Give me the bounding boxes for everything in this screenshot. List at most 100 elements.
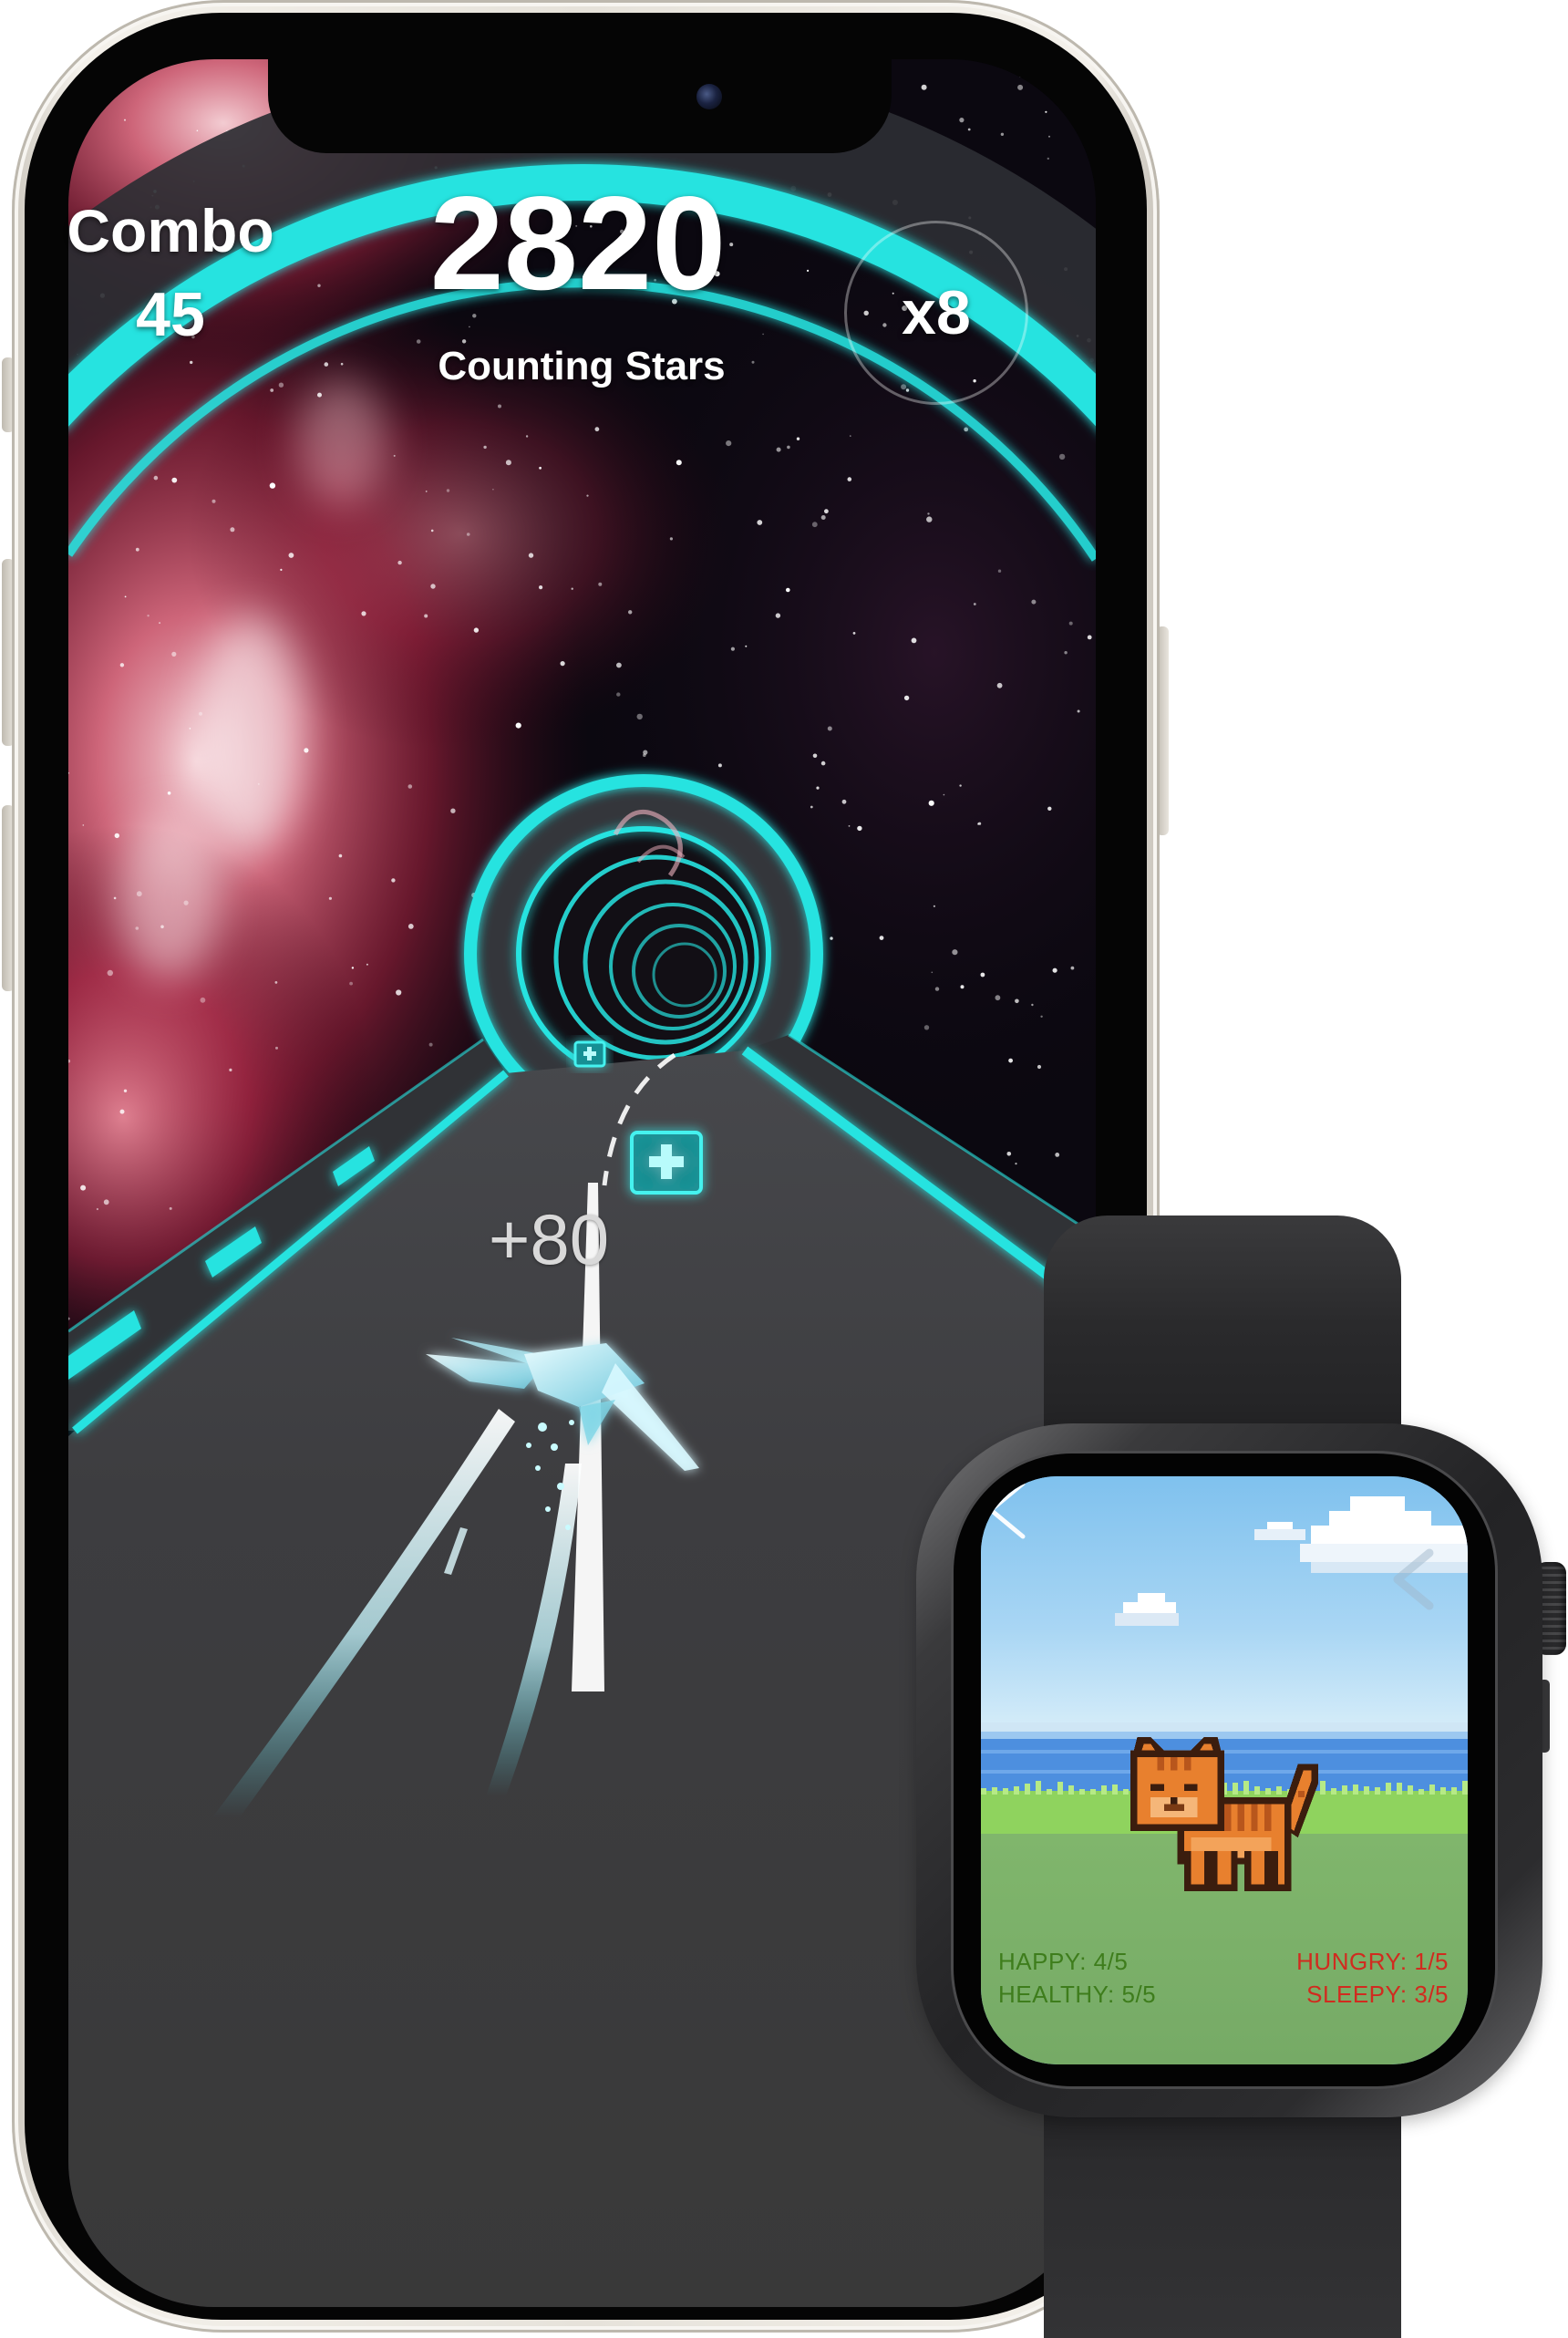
star — [492, 488, 494, 491]
star — [135, 926, 139, 930]
star — [1015, 998, 1019, 1004]
grass-tuft — [992, 1787, 997, 1795]
star — [446, 489, 450, 492]
star — [407, 784, 413, 789]
medkit-pickup — [630, 1131, 703, 1195]
star — [1087, 635, 1092, 640]
star — [931, 971, 934, 974]
star — [525, 435, 529, 438]
star — [274, 981, 278, 984]
star — [717, 763, 722, 768]
score-popup: +80 — [488, 1199, 610, 1279]
star — [852, 632, 856, 635]
star — [827, 726, 832, 731]
star — [169, 1206, 172, 1210]
grass-tuft — [1254, 1786, 1260, 1795]
stat-sleepy: SLEEPY: 3/5 — [1306, 1981, 1449, 2008]
star — [1047, 806, 1052, 811]
star — [113, 896, 117, 900]
star — [926, 516, 933, 522]
star — [820, 515, 826, 520]
star — [786, 587, 790, 593]
star — [775, 613, 781, 618]
star — [424, 614, 428, 618]
star — [1052, 967, 1057, 973]
star — [160, 925, 164, 929]
star — [407, 924, 414, 929]
stat-healthy: HEALTHY: 5/5 — [998, 1981, 1157, 2008]
star — [616, 662, 622, 668]
star — [338, 853, 343, 858]
star — [745, 645, 748, 647]
grass-tuft — [1364, 1786, 1369, 1795]
grass-tuft — [1090, 1789, 1096, 1795]
star — [762, 333, 764, 336]
star — [911, 637, 917, 644]
star — [811, 522, 818, 528]
star — [136, 891, 142, 897]
star — [676, 460, 682, 466]
star — [996, 682, 1003, 688]
star — [119, 663, 125, 667]
star — [278, 382, 284, 388]
star — [841, 799, 847, 804]
star — [959, 784, 962, 787]
star — [643, 750, 648, 755]
star — [366, 963, 368, 966]
star — [850, 435, 851, 437]
star — [933, 905, 935, 907]
star — [391, 878, 396, 883]
grass-tuft — [981, 1788, 986, 1795]
grass-tuft — [1112, 1785, 1118, 1795]
star — [211, 499, 216, 503]
star — [425, 491, 428, 492]
star — [964, 427, 969, 432]
star — [796, 437, 800, 440]
star — [594, 427, 600, 432]
star — [787, 445, 790, 450]
stat-happy: HAPPY: 4/5 — [998, 1948, 1129, 1975]
star — [934, 987, 940, 991]
star — [973, 603, 976, 605]
star — [816, 786, 820, 790]
pet-scene — [981, 1476, 1468, 2064]
star — [171, 651, 177, 657]
star — [560, 661, 565, 667]
grass-tuft — [1068, 1785, 1074, 1795]
small-pickup — [573, 1040, 606, 1068]
star — [927, 512, 930, 515]
combo-label: Combo — [67, 197, 274, 264]
chevron-left-icon[interactable] — [981, 1476, 1032, 1544]
star — [430, 529, 434, 533]
star — [159, 622, 161, 625]
grass-tuft — [1025, 1784, 1030, 1795]
star — [980, 972, 985, 978]
star — [349, 981, 353, 986]
star — [103, 1199, 109, 1205]
grass-tuft — [1353, 1785, 1358, 1795]
star — [450, 808, 456, 813]
star — [183, 900, 189, 905]
star — [1058, 453, 1066, 460]
star — [229, 1068, 232, 1071]
star — [1045, 110, 1047, 113]
star — [469, 326, 470, 328]
star — [923, 1025, 930, 1030]
grass-tuft — [1440, 1787, 1446, 1795]
star — [539, 466, 542, 470]
star — [726, 440, 732, 447]
star — [1068, 621, 1073, 626]
grass-tuft — [1014, 1786, 1019, 1795]
song-title: Counting Stars — [438, 344, 726, 388]
star — [967, 128, 971, 131]
star — [528, 553, 534, 558]
star — [135, 547, 139, 552]
star — [275, 1046, 278, 1050]
grass-tuft — [1101, 1785, 1107, 1795]
star — [571, 587, 573, 590]
star — [1015, 1163, 1017, 1165]
star — [416, 339, 421, 344]
score-multiplier: x8 — [902, 278, 971, 347]
pet-game-screen[interactable]: HAPPY: 4/5 HEALTHY: 5/5 HUNGRY: 1/5 SLEE… — [981, 1476, 1468, 2064]
star — [960, 985, 965, 989]
